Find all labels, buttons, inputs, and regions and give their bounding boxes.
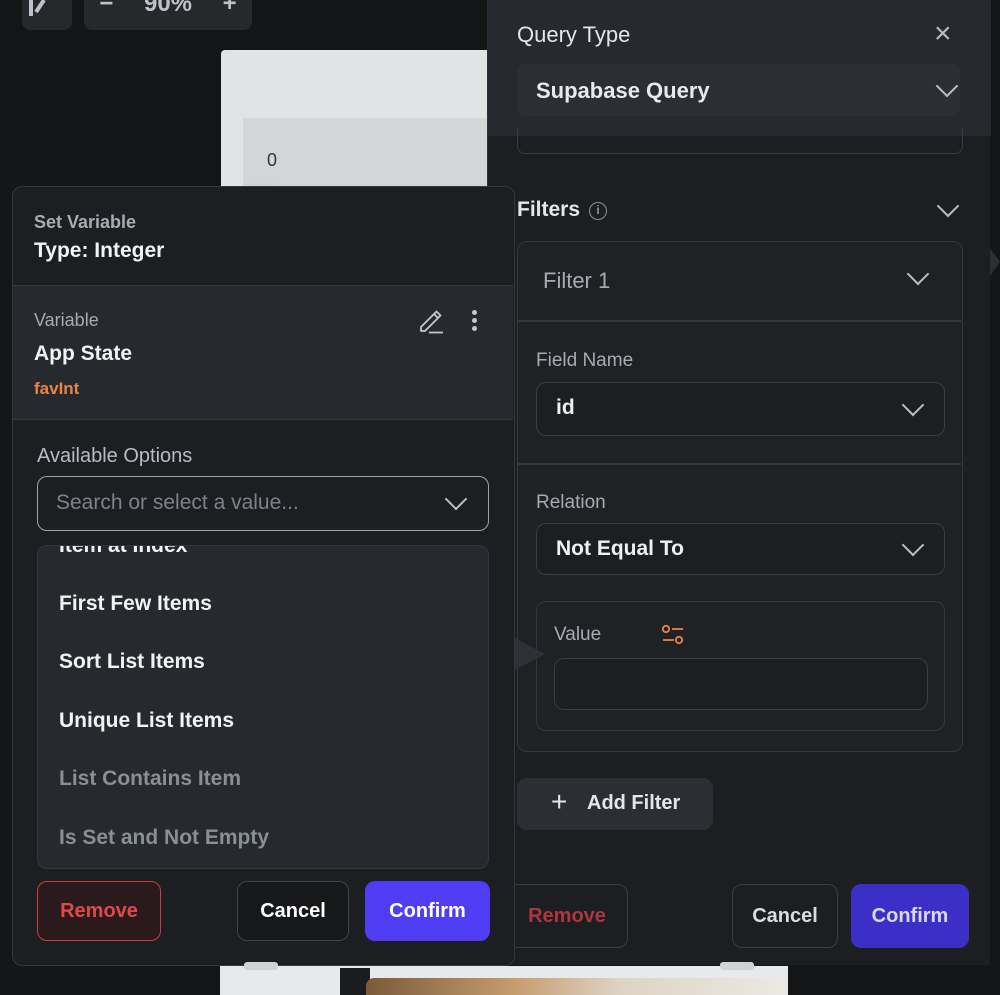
filter-title: Filter 1 — [543, 268, 611, 293]
variable-field-name: favInt — [34, 379, 80, 398]
option-list-contains-item: List Contains Item — [59, 767, 242, 790]
variable-source: App State — [34, 342, 133, 365]
variable-label: Variable — [34, 310, 99, 330]
relation-label: Relation — [536, 492, 606, 513]
query-type-select[interactable]: Supabase Query — [517, 64, 960, 116]
zoom-in-button[interactable]: + — [223, 0, 237, 16]
set-variable-dialog: Set Variable Type: Integer Variable App … — [12, 186, 515, 966]
query-type-label: Query Type — [517, 22, 631, 47]
option-sort-list-items[interactable]: Sort List Items — [59, 650, 205, 674]
variable-section: Variable App State favInt — [13, 285, 513, 420]
remove-button[interactable]: Remove — [37, 881, 161, 941]
options-search-input[interactable] — [56, 489, 436, 517]
relation-value: Not Equal To — [556, 537, 684, 560]
more-vertical-icon[interactable] — [465, 308, 485, 332]
divider — [518, 463, 961, 465]
back-icon — [29, 0, 46, 16]
query-cancel-button[interactable]: Cancel — [732, 884, 838, 948]
close-icon[interactable]: × — [934, 19, 952, 49]
variable-type: Type: Integer — [34, 239, 165, 262]
canvas-image — [366, 978, 786, 995]
query-confirm-button[interactable]: Confirm — [851, 884, 969, 948]
plus-icon: + — [551, 786, 568, 817]
filter-card: Filter 1 Field Name id Relation Not Equa… — [517, 241, 963, 752]
value-input[interactable] — [554, 658, 928, 710]
zoom-out-button[interactable]: − — [99, 0, 113, 16]
options-dropdown: Item at Index First Few Items Sort List … — [37, 545, 489, 869]
field-name-value: id — [556, 396, 575, 419]
filters-label: Filters — [517, 198, 581, 221]
available-options-label: Available Options — [37, 445, 193, 467]
chevron-down-icon[interactable] — [444, 487, 468, 511]
value-card: Value — [536, 601, 945, 731]
option-is-set-and-not-empty: Is Set and Not Empty — [59, 826, 270, 849]
options-search-select[interactable] — [37, 476, 489, 531]
resize-handle-bottom[interactable] — [244, 962, 278, 970]
table-select-field[interactable] — [517, 128, 963, 154]
option-item-at-index[interactable]: Item at Index — [59, 546, 187, 558]
edit-pencil-icon[interactable] — [417, 308, 445, 334]
option-first-few-items[interactable]: First Few Items — [59, 592, 212, 616]
zoom-controls: − 90% + — [84, 0, 252, 30]
back-button[interactable] — [22, 0, 72, 30]
set-from-variable-icon[interactable] — [661, 624, 685, 646]
filter-collapse-chevron-icon[interactable] — [906, 262, 930, 286]
option-unique-list-items[interactable]: Unique List Items — [59, 709, 234, 733]
query-panel: Query Type × Supabase Query Filters i Fi… — [487, 0, 991, 965]
query-panel-header: Query Type × Supabase Query — [488, 0, 991, 136]
query-remove-button[interactable]: Remove — [506, 884, 628, 948]
filters-collapse-chevron-icon[interactable] — [936, 194, 960, 218]
canvas-widget-value: 0 — [267, 150, 278, 170]
add-filter-button[interactable]: + Add Filter — [517, 778, 713, 830]
chevron-down-icon — [935, 74, 959, 98]
set-variable-header: Set Variable Type: Integer — [13, 187, 513, 284]
set-variable-title: Set Variable — [34, 212, 137, 232]
panel-edge-arrow — [990, 248, 1000, 276]
popover-pointer — [511, 636, 545, 672]
zoom-level: 90% — [143, 0, 193, 17]
relation-select[interactable]: Not Equal To — [536, 523, 945, 575]
confirm-button[interactable]: Confirm — [365, 881, 490, 941]
chevron-down-icon — [901, 393, 925, 417]
field-name-select[interactable]: id — [536, 382, 945, 436]
info-icon[interactable]: i — [589, 202, 607, 220]
divider — [518, 320, 961, 322]
resize-handle-bottom-right[interactable] — [720, 962, 754, 970]
add-filter-label: Add Filter — [587, 792, 681, 814]
cancel-button[interactable]: Cancel — [237, 881, 349, 941]
chevron-down-icon — [901, 533, 925, 557]
field-name-label: Field Name — [536, 350, 634, 371]
query-type-value: Supabase Query — [536, 78, 710, 103]
value-label: Value — [554, 624, 602, 645]
